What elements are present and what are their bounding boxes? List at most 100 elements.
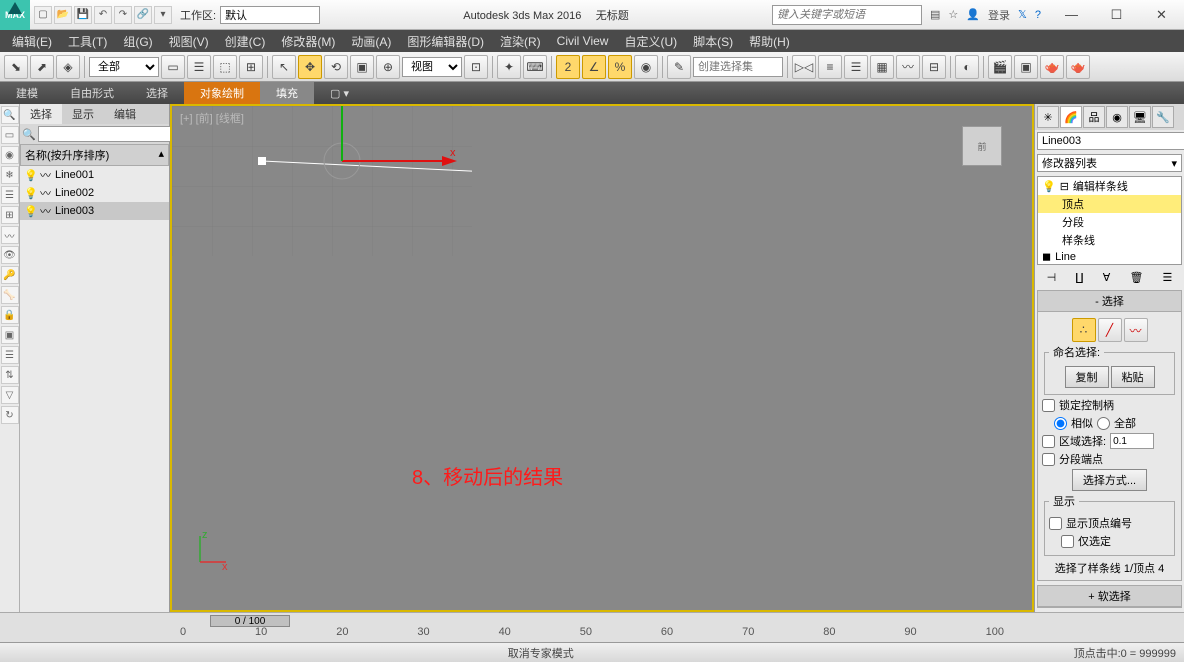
spline-level-icon[interactable]: 〰 — [1124, 318, 1148, 342]
menu-script[interactable]: 脚本(S) — [685, 33, 741, 50]
app-logo[interactable]: MAX — [0, 0, 30, 30]
rollout-selection-header[interactable]: - 选择 — [1038, 291, 1181, 312]
menu-tools[interactable]: 工具(T) — [60, 33, 115, 50]
menu-animation[interactable]: 动画(A) — [343, 33, 399, 50]
ref-coord-combo[interactable]: 视图 — [402, 57, 462, 77]
menu-help[interactable]: 帮助(H) — [741, 33, 798, 50]
ribbon-tab-populate[interactable]: 填充 — [260, 82, 314, 104]
stack-edit-spline[interactable]: 💡⊟编辑样条线 — [1038, 177, 1181, 195]
edit-selset-icon[interactable]: ✎ — [667, 55, 691, 79]
minimize-button[interactable]: — — [1049, 1, 1094, 29]
all-radio[interactable] — [1097, 417, 1110, 430]
segment-level-icon[interactable]: ╱ — [1098, 318, 1122, 342]
stack-spline[interactable]: 样条线 — [1038, 231, 1181, 249]
scale-tool-icon[interactable]: ▣ — [350, 55, 374, 79]
spinner-snap-icon[interactable]: ◉ — [634, 55, 658, 79]
move-tool-icon[interactable]: ✥ — [298, 55, 322, 79]
time-slider[interactable]: 0 / 100 0 10 20 30 40 50 60 70 80 90 100 — [0, 612, 1184, 642]
material-editor-icon[interactable]: ◐ — [955, 55, 979, 79]
bind-tool-icon[interactable]: ◈ — [56, 55, 80, 79]
lstrip-layer-icon[interactable]: ☰ — [1, 186, 19, 204]
render-icon[interactable]: 🫖 — [1040, 55, 1064, 79]
pivot-icon[interactable]: ⊡ — [464, 55, 488, 79]
ribbon-tab-freeform[interactable]: 自由形式 — [54, 82, 130, 104]
user-icon[interactable]: 👤 — [966, 8, 980, 21]
ribbon-tab-select[interactable]: 选择 — [130, 82, 184, 104]
login-link[interactable]: 登录 — [988, 7, 1010, 23]
lstrip-hide-icon[interactable]: 👁 — [1, 246, 19, 264]
help-icon[interactable]: ? — [1035, 9, 1041, 21]
scene-tab-edit[interactable]: 编辑 — [104, 104, 146, 124]
scene-item-line003[interactable]: 💡〰Line003 — [20, 202, 169, 220]
lstrip-select-icon[interactable]: ▭ — [1, 126, 19, 144]
select-region-icon[interactable]: ⬚ — [213, 55, 237, 79]
paste-button[interactable]: 粘贴 — [1111, 366, 1155, 388]
lstrip-sort-icon[interactable]: ⇅ — [1, 366, 19, 384]
lstrip-list-icon[interactable]: ☰ — [1, 346, 19, 364]
lstrip-hierarchy-icon[interactable]: ⊞ — [1, 206, 19, 224]
lstrip-bone-icon[interactable]: 🦴 — [1, 286, 19, 304]
placement-tool-icon[interactable]: ⊕ — [376, 55, 400, 79]
menu-create[interactable]: 创建(C) — [217, 33, 274, 50]
display-tab-icon[interactable]: 🖥 — [1129, 106, 1151, 128]
menu-customize[interactable]: 自定义(U) — [616, 33, 685, 50]
stack-base-line[interactable]: ◼Line — [1038, 249, 1181, 264]
scene-list-header[interactable]: 名称(按升序排序) ▴ — [20, 144, 169, 166]
menu-civil[interactable]: Civil View — [549, 34, 617, 48]
segend-checkbox[interactable] — [1042, 453, 1055, 466]
snap-percent-icon[interactable]: % — [608, 55, 632, 79]
layer-explorer-icon[interactable]: ▦ — [870, 55, 894, 79]
close-button[interactable]: ✕ — [1139, 1, 1184, 29]
menu-graph[interactable]: 图形编辑器(D) — [399, 33, 492, 50]
align-icon[interactable]: ≡ — [818, 55, 842, 79]
create-tab-icon[interactable]: ✳ — [1037, 106, 1059, 128]
vertex-level-icon[interactable]: ∴ — [1072, 318, 1096, 342]
new-icon[interactable]: ▢ — [34, 6, 52, 24]
lstrip-group-icon[interactable]: ▣ — [1, 326, 19, 344]
menu-modifiers[interactable]: 修改器(M) — [273, 33, 343, 50]
ribbon-tab-objpaint[interactable]: 对象绘制 — [184, 82, 260, 104]
show-vertex-num-checkbox[interactable] — [1049, 517, 1062, 530]
pin-stack-icon[interactable]: ⊣ — [1047, 271, 1057, 284]
select-icon[interactable]: ↖ — [272, 55, 296, 79]
modifier-stack[interactable]: 💡⊟编辑样条线 顶点 分段 样条线 ◼Line — [1037, 176, 1182, 265]
utilities-tab-icon[interactable]: 🔧 — [1152, 106, 1174, 128]
lstrip-wave-icon[interactable]: 〰 — [1, 226, 19, 244]
area-select-checkbox[interactable] — [1042, 435, 1055, 448]
curve-editor-icon[interactable]: 〰 — [896, 55, 920, 79]
stack-segment[interactable]: 分段 — [1038, 213, 1181, 231]
window-crossing-icon[interactable]: ⊞ — [239, 55, 263, 79]
lstrip-display-icon[interactable]: ◉ — [1, 146, 19, 164]
redo-icon[interactable]: ↷ — [114, 6, 132, 24]
visibility-icon[interactable]: 💡 — [24, 169, 36, 181]
scene-tab-display[interactable]: 显示 — [62, 104, 104, 124]
workspace-combo[interactable] — [220, 6, 320, 24]
similar-radio[interactable] — [1054, 417, 1067, 430]
scene-search-input[interactable] — [38, 126, 172, 142]
selection-set-combo[interactable] — [693, 57, 783, 77]
mirror-icon[interactable]: ▷◁ — [792, 55, 816, 79]
copy-button[interactable]: 复制 — [1065, 366, 1109, 388]
lock-handles-checkbox[interactable] — [1042, 399, 1055, 412]
viewport-front[interactable]: x [+] [前] [线框] 8、移动后的结果 前 z x — [170, 104, 1034, 612]
modifier-list-combo[interactable]: 修改器列表▾ — [1037, 154, 1182, 172]
render-prod-icon[interactable]: 🫖 — [1066, 55, 1090, 79]
minus-icon[interactable]: ⊟ — [1060, 180, 1069, 193]
keyboard-shortcut-icon[interactable]: ⌨ — [523, 55, 547, 79]
snap-2d-icon[interactable]: 2 — [556, 55, 580, 79]
link-icon[interactable]: 🔗 — [134, 6, 152, 24]
configure-icon[interactable]: ☰ — [1163, 271, 1173, 284]
remove-mod-icon[interactable]: 🗑 — [1129, 271, 1143, 284]
scene-item-line002[interactable]: 💡〰Line002 — [20, 184, 169, 202]
selection-filter-combo[interactable]: 全部 — [89, 57, 159, 77]
rotate-tool-icon[interactable]: ⟲ — [324, 55, 348, 79]
exchange-icon[interactable]: 𝕏 — [1018, 8, 1027, 21]
scene-tab-select[interactable]: 选择 — [20, 104, 62, 124]
show-result-icon[interactable]: ∐ — [1075, 271, 1083, 284]
link-tool-icon[interactable]: ⬊ — [4, 55, 28, 79]
open-icon[interactable]: 📂 — [54, 6, 72, 24]
select-by-button[interactable]: 选择方式... — [1072, 469, 1147, 491]
visibility-icon[interactable]: 💡 — [24, 187, 36, 199]
render-frame-icon[interactable]: ▣ — [1014, 55, 1038, 79]
schematic-icon[interactable]: ⊟ — [922, 55, 946, 79]
